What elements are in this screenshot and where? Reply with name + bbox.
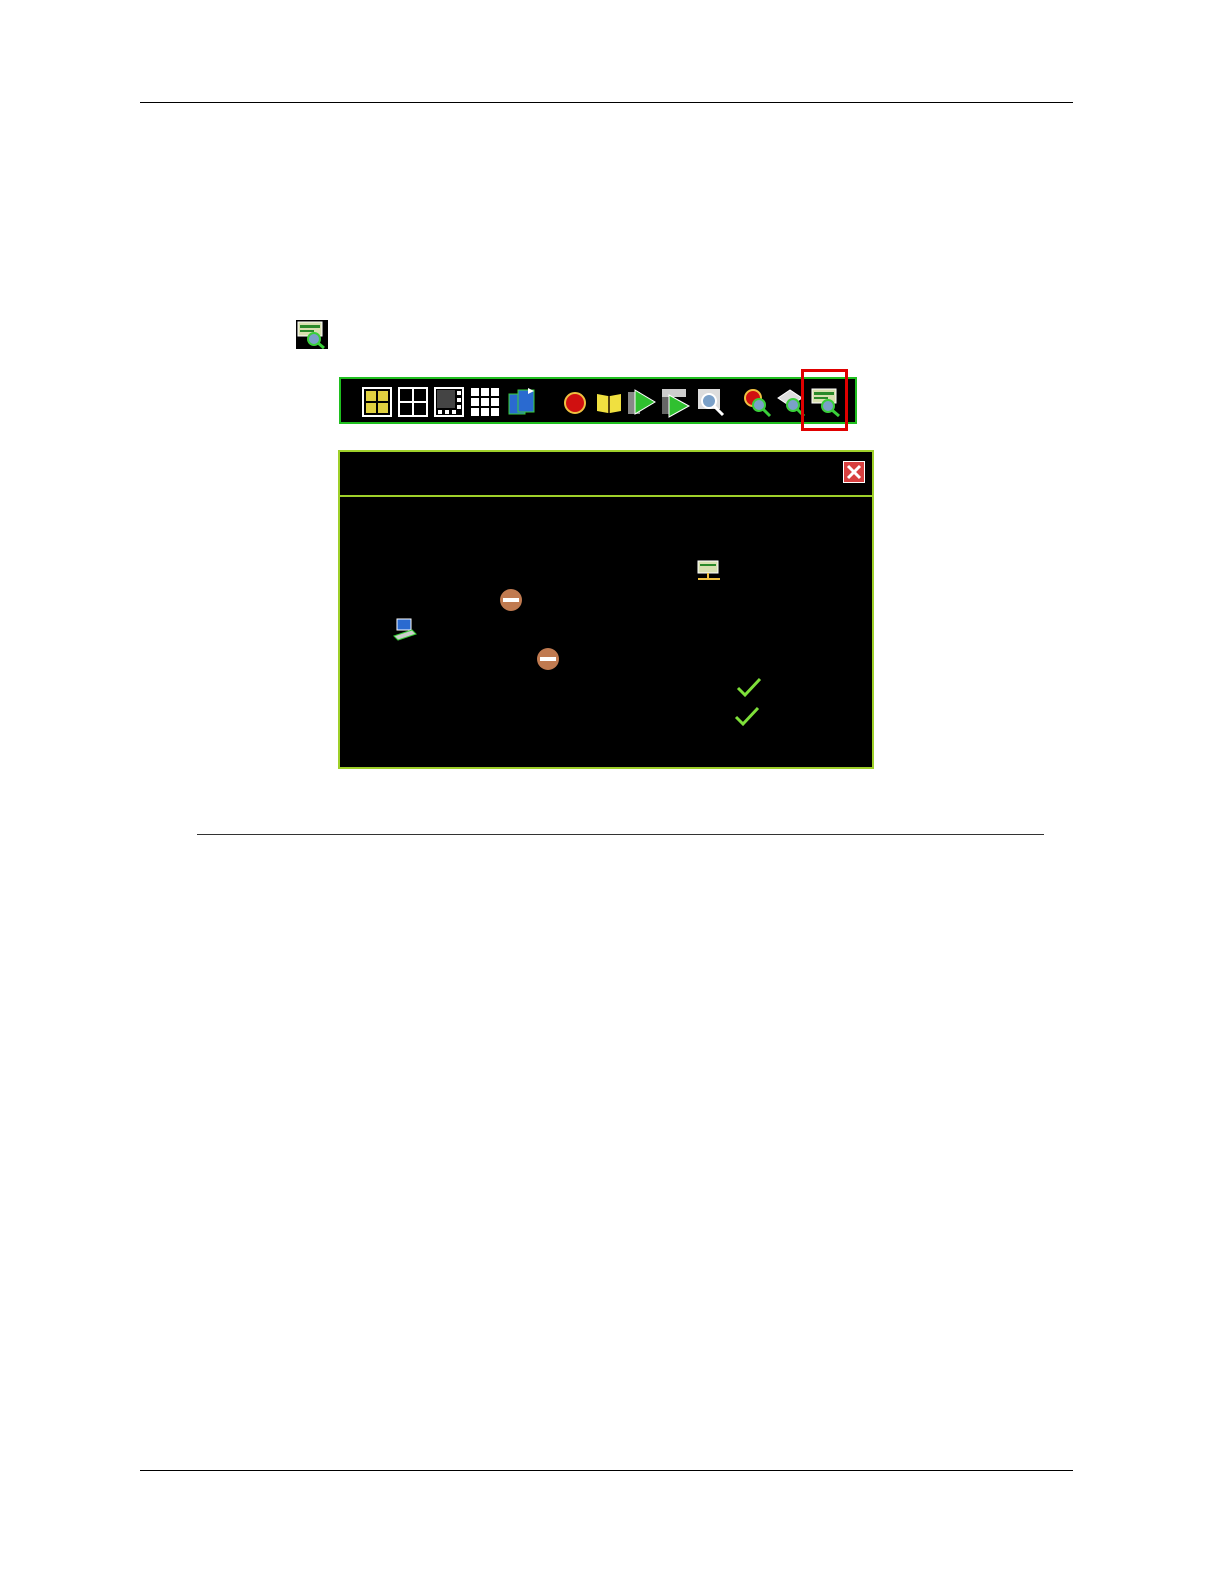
record-icon[interactable] — [559, 386, 591, 418]
checkmark-icon — [736, 676, 762, 698]
search-icon[interactable] — [695, 386, 727, 418]
picture-in-picture-view-icon[interactable] — [433, 386, 465, 418]
search-log-icon — [296, 320, 328, 350]
disabled-status-icon — [499, 588, 523, 612]
network-server-icon — [696, 559, 722, 583]
main-toolbar — [339, 377, 857, 424]
footer-rule — [140, 1470, 1073, 1471]
disabled-status-icon — [536, 647, 560, 671]
quad-view-icon[interactable] — [397, 386, 429, 418]
dialog-header — [340, 452, 872, 497]
close-icon[interactable] — [843, 461, 865, 483]
header-rule — [140, 102, 1073, 103]
section-rule — [197, 834, 1044, 835]
computer-icon — [392, 616, 418, 642]
book-icon[interactable] — [593, 386, 625, 418]
highlight-box — [801, 369, 848, 431]
nine-split-view-icon[interactable] — [469, 386, 501, 418]
log-search-dialog — [338, 450, 874, 769]
quad-numbered-view-icon[interactable] — [361, 386, 393, 418]
channel-sequence-icon[interactable] — [506, 386, 538, 418]
playback-icon[interactable] — [625, 386, 657, 418]
timed-playback-icon[interactable] — [659, 386, 691, 418]
record-search-icon[interactable] — [741, 386, 773, 418]
checkmark-icon — [734, 705, 760, 727]
